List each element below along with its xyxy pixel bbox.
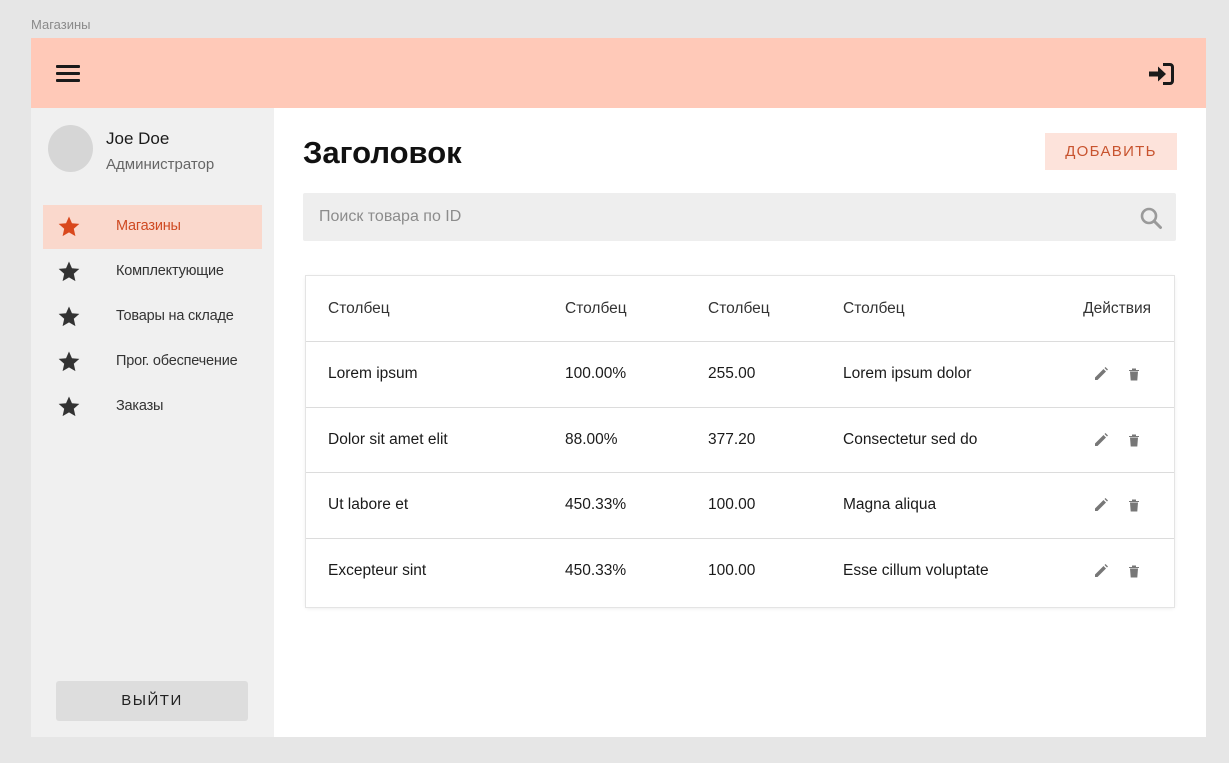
- sidebar-item-stores[interactable]: Магазины: [43, 205, 262, 249]
- sidebar-item-label: Магазины: [116, 218, 181, 234]
- table-cell: 450.33%: [565, 562, 627, 579]
- trash-icon[interactable]: [1126, 497, 1142, 513]
- search-box: [303, 193, 1176, 241]
- row-actions: [1066, 341, 1174, 408]
- table-row: Lorem ipsum 100.00% 255.00 Lorem ipsum d…: [306, 341, 1174, 408]
- frame-label: Магазины: [31, 17, 91, 32]
- table-row: Dolor sit amet elit 88.00% 377.20 Consec…: [306, 407, 1174, 473]
- user-name: Joe Doe: [106, 129, 170, 148]
- table-cell: 88.00%: [565, 407, 708, 473]
- search-icon[interactable]: [1139, 206, 1163, 230]
- sidebar-nav: Магазины Комплектующие Товары на складе …: [43, 205, 262, 430]
- app-window: Joe Doe Администратор Магазины Комплекту…: [31, 38, 1206, 737]
- table-row: Excepteur sint 450.33% 100.00 Esse cillu…: [306, 538, 1174, 604]
- search-input[interactable]: [319, 193, 1119, 241]
- edit-icon[interactable]: [1093, 563, 1109, 579]
- star-icon: [58, 396, 80, 417]
- table-cell: 450.33%: [565, 472, 708, 539]
- column-header[interactable]: Столбец: [843, 276, 1066, 342]
- table-cell: 255.00: [708, 341, 843, 408]
- table-cell: Esse cillum voluptate: [843, 562, 989, 579]
- page-title: Заголовок: [303, 135, 462, 170]
- column-header[interactable]: Столбец: [306, 276, 565, 342]
- main-content: Заголовок ДОБАВИТЬ Столбец Столбец Столб…: [274, 108, 1206, 737]
- sidebar-item-orders[interactable]: Заказы: [43, 385, 262, 429]
- sign-in-icon[interactable]: [1147, 62, 1175, 86]
- edit-icon[interactable]: [1093, 366, 1109, 382]
- sidebar-item-software[interactable]: Прог. обеспечение: [43, 340, 262, 384]
- table-cell: Dolor sit amet elit: [306, 407, 565, 473]
- trash-icon[interactable]: [1126, 563, 1142, 579]
- data-table: Столбец Столбец Столбец Столбец Действия…: [306, 276, 1174, 607]
- table-cell: 100.00: [708, 562, 756, 579]
- table-cell: Excepteur sint: [328, 562, 427, 579]
- star-icon: [58, 216, 80, 237]
- sidebar: Joe Doe Администратор Магазины Комплекту…: [31, 108, 274, 737]
- sidebar-item-label: Прог. обеспечение: [116, 353, 238, 369]
- column-header[interactable]: Столбец: [708, 276, 843, 342]
- column-header-actions: Действия: [1066, 276, 1174, 342]
- table-cell: Ut labore et: [306, 472, 565, 539]
- edit-icon[interactable]: [1093, 432, 1109, 448]
- hamburger-menu-icon[interactable]: [53, 62, 83, 86]
- table-cell: Consectetur sed do: [843, 407, 1066, 473]
- star-icon: [58, 261, 80, 282]
- table-cell: 100.00: [708, 472, 843, 539]
- sidebar-item-components[interactable]: Комплектующие: [43, 250, 262, 294]
- trash-icon[interactable]: [1126, 432, 1142, 448]
- add-button[interactable]: ДОБАВИТЬ: [1045, 133, 1177, 170]
- sidebar-item-label: Комплектующие: [116, 263, 224, 279]
- table-cell: 377.20: [708, 407, 843, 473]
- top-bar: [31, 38, 1206, 108]
- table-row: Ut labore et 450.33% 100.00 Magna aliqua: [306, 472, 1174, 539]
- table-header-row: Столбец Столбец Столбец Столбец Действия: [306, 276, 1174, 342]
- edit-icon[interactable]: [1093, 497, 1109, 513]
- table-cell: Lorem ipsum dolor: [843, 341, 1066, 408]
- column-header[interactable]: Столбец: [565, 276, 708, 342]
- table-cell: Magna aliqua: [843, 472, 1066, 539]
- table-cell: 100.00%: [565, 341, 708, 408]
- row-actions: [1066, 407, 1174, 473]
- sidebar-item-warehouse[interactable]: Товары на складе: [43, 295, 262, 339]
- star-icon: [58, 351, 80, 372]
- star-icon: [58, 306, 80, 327]
- sidebar-item-label: Заказы: [116, 398, 164, 414]
- row-actions: [1066, 472, 1174, 539]
- row-actions: [1066, 538, 1174, 604]
- user-role: Администратор: [106, 156, 215, 173]
- trash-icon[interactable]: [1126, 366, 1142, 382]
- avatar[interactable]: [48, 125, 93, 172]
- table-cell: Lorem ipsum: [306, 341, 565, 408]
- sidebar-item-label: Товары на складе: [116, 308, 234, 324]
- logout-button[interactable]: ВЫЙТИ: [56, 681, 248, 721]
